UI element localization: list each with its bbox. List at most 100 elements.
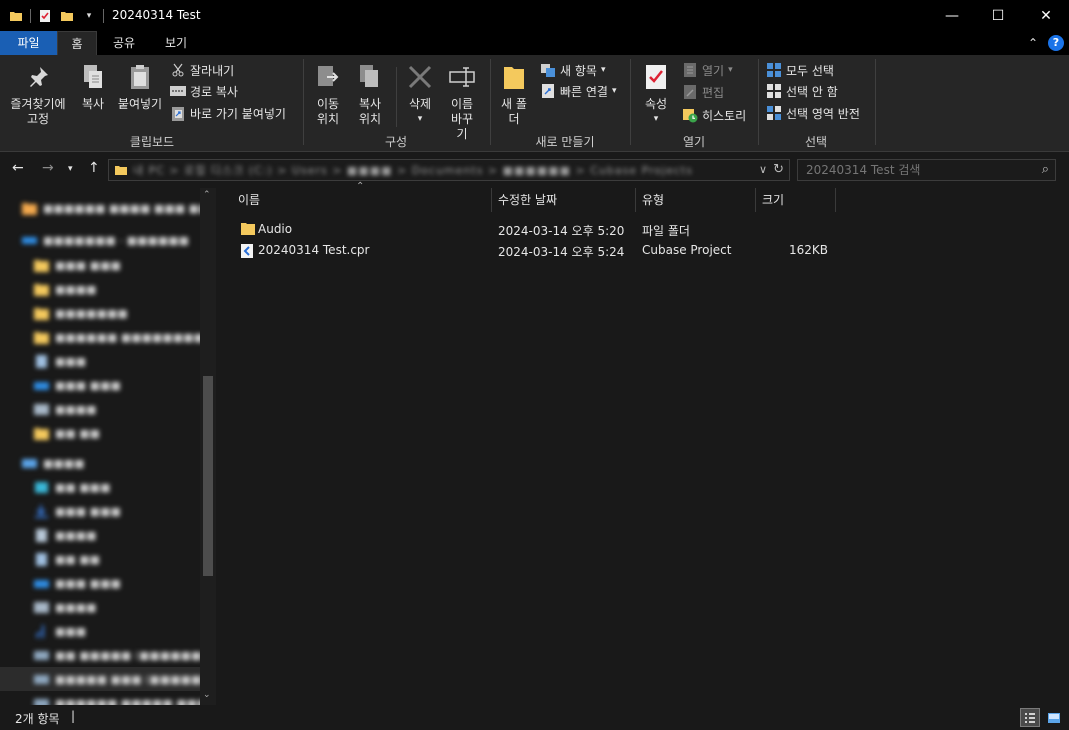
tab-file[interactable]: 파일 (0, 31, 57, 55)
nav-item[interactable]: ■■■■■■ ■■■■■ ■■■■ (34, 691, 216, 705)
item-count: 2개 항목 (15, 712, 60, 726)
up-arrow-icon[interactable]: ↑ (88, 160, 100, 176)
nav-item[interactable]: ■■■■■■ ■■■■ ■■■ ■■■■■■■ (22, 196, 216, 220)
history-button[interactable]: 히스토리 (682, 105, 746, 125)
open-button[interactable]: 열기 ▾ (682, 60, 733, 80)
select-all-button[interactable]: 모두 선택 (766, 60, 834, 80)
title-bar: ▾ 20240314 Test — ☐ ✕ (0, 0, 1069, 31)
column-header-type[interactable]: 유형 (636, 188, 756, 212)
search-input[interactable] (798, 160, 1018, 180)
invert-selection-icon (766, 105, 782, 121)
file-name: 20240314 Test.cpr (258, 243, 370, 257)
rename-icon (446, 61, 478, 93)
properties-button[interactable]: 속성 ▾ (638, 61, 674, 127)
address-dropdown-icon[interactable]: ∨ (759, 163, 767, 176)
search-icon[interactable]: ⌕ (1042, 162, 1049, 177)
pin-to-quick-access-button[interactable]: 즐겨찾기에 고정 (6, 61, 70, 127)
properties-icon[interactable] (37, 8, 53, 24)
tab-home[interactable]: 홈 (57, 31, 97, 55)
file-name: Audio (258, 222, 293, 236)
copy-button[interactable]: 복사 (76, 61, 110, 112)
new-folder-icon[interactable] (59, 8, 75, 24)
invert-selection-button[interactable]: 선택 영역 반전 (766, 103, 860, 123)
details-view-button[interactable] (1020, 708, 1040, 727)
nav-item[interactable]: ■■■■■■ ■■■■■■■■■■ (34, 325, 216, 349)
scroll-up-icon[interactable]: ⌃ (203, 190, 211, 200)
scroll-down-icon[interactable]: ⌄ (203, 690, 211, 700)
scrollbar-thumb[interactable] (203, 376, 213, 576)
folder-icon (240, 221, 256, 239)
address-bar[interactable]: 내 PC > 로컬 디스크 (C:) > Users > ■■■■ > Docu… (108, 159, 790, 181)
paste-button[interactable]: 붙여넣기 (114, 61, 166, 112)
tab-share[interactable]: 공유 (100, 31, 148, 55)
nav-item[interactable]: ■■■■■■■ (34, 301, 216, 325)
nav-item[interactable]: ■■■■■■■ - ■■■■■■ (22, 228, 216, 252)
table-row[interactable]: Audio 2024-03-14 오후 5:20 파일 폴더 (234, 219, 834, 240)
rename-button[interactable]: 이름 바꾸기 (440, 61, 484, 142)
collapse-ribbon-icon[interactable]: ⌃ (1028, 36, 1038, 50)
delete-button[interactable]: 삭제 ▾ (402, 61, 438, 127)
file-modified: 2024-03-14 오후 5:24 (498, 245, 625, 259)
select-none-icon (766, 83, 782, 99)
nav-item[interactable]: ■■ ■■ (34, 421, 216, 445)
easy-access-button[interactable]: 빠른 연결 ▾ (540, 81, 617, 101)
paste-shortcut-button[interactable]: 바로 가기 붙여넣기 (170, 103, 286, 123)
nav-item[interactable]: ■■■■ (34, 397, 216, 421)
nav-item[interactable]: ■■■ ■■■ (34, 373, 216, 397)
nav-item[interactable]: ■■ ■■■■■ (■■■■■■■ ■■■) (34, 643, 216, 667)
recent-locations-icon[interactable]: ▾ (68, 164, 73, 174)
nav-item[interactable]: ■■■ ■■■ (34, 499, 216, 523)
nav-item[interactable]: ■■■ ■■■ (34, 253, 216, 277)
customize-dropdown-icon[interactable]: ▾ (81, 8, 97, 24)
scissors-icon (170, 62, 186, 78)
group-label-open: 열기 (682, 135, 706, 149)
nav-item[interactable]: ■■ ■■■ (34, 475, 216, 499)
table-row[interactable]: 20240314 Test.cpr 2024-03-14 오후 5:24 Cub… (234, 240, 834, 261)
cut-button[interactable]: 잘라내기 (170, 60, 234, 80)
easy-access-icon (540, 83, 556, 99)
column-header-modified[interactable]: 수정한 날짜 (492, 188, 636, 212)
nav-item[interactable]: ■■ ■■ (34, 547, 216, 571)
column-header-size[interactable]: 크기 (756, 188, 836, 212)
minimize-button[interactable]: — (929, 0, 975, 31)
large-icons-view-icon (1048, 712, 1060, 723)
maximize-button[interactable]: ☐ (975, 0, 1021, 31)
new-folder-button[interactable]: 새 폴더 (496, 61, 532, 127)
nav-item[interactable]: ■■■■ (34, 523, 216, 547)
nav-item[interactable]: ■■■ (34, 619, 216, 643)
group-label-new: 새로 만들기 (535, 135, 595, 149)
cubase-project-icon (240, 243, 254, 262)
history-icon (682, 107, 698, 123)
file-size: 162KB (788, 243, 828, 257)
nav-item[interactable]: ■■■■ (34, 277, 216, 301)
back-arrow-icon[interactable]: ← (12, 160, 24, 176)
close-button[interactable]: ✕ (1023, 0, 1069, 31)
group-label-organize: 구성 (384, 135, 408, 149)
search-box[interactable]: ⌕ (797, 159, 1056, 181)
folder-icon (8, 8, 24, 24)
copy-to-button[interactable]: 복사 위치 (350, 61, 390, 127)
nav-item[interactable]: ■■■■ (22, 451, 216, 475)
nav-item[interactable]: ■■■ (34, 349, 216, 373)
column-header-name[interactable]: 이름 (232, 188, 492, 212)
details-view-icon (1025, 712, 1035, 723)
navigation-scrollbar[interactable]: ⌃ ⌄ (200, 188, 216, 705)
nav-item[interactable]: ■■■■ (34, 595, 216, 619)
move-to-icon (312, 61, 344, 93)
help-icon[interactable]: ? (1048, 35, 1064, 51)
move-to-button[interactable]: 이동 위치 (308, 61, 348, 127)
refresh-icon[interactable]: ↻ (773, 162, 784, 177)
ribbon-tabs: 파일 홈 공유 보기 (0, 31, 1069, 55)
edit-button[interactable]: 편집 (682, 82, 724, 102)
address-path: 내 PC > 로컬 디스크 (C:) > Users > ■■■■ > Docu… (133, 164, 693, 177)
nav-item[interactable]: ■■■■■ ■■■ (■■■■■■■ ■■■) (0, 667, 216, 691)
copy-path-button[interactable]: 경로 복사 (170, 81, 238, 101)
edit-icon (682, 84, 698, 100)
select-none-button[interactable]: 선택 안 함 (766, 81, 838, 101)
nav-item[interactable]: ■■■ ■■■ (34, 571, 216, 595)
large-icons-view-button[interactable] (1044, 708, 1064, 727)
tab-view[interactable]: 보기 (152, 31, 200, 55)
forward-arrow-icon[interactable]: → (42, 160, 54, 176)
file-modified: 2024-03-14 오후 5:20 (498, 224, 625, 238)
new-item-button[interactable]: 새 항목 ▾ (540, 60, 605, 80)
